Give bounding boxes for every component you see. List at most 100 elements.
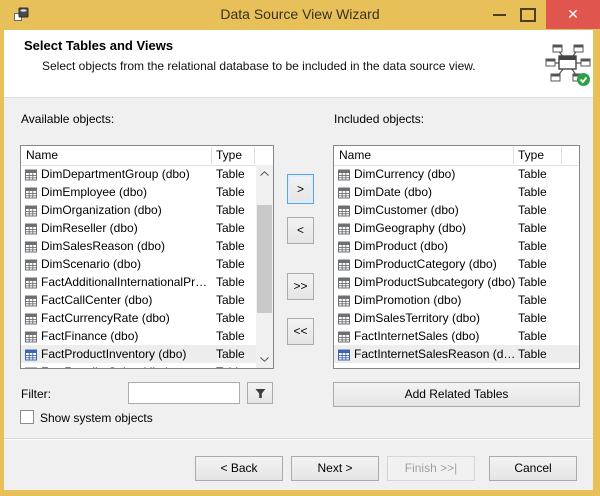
table-row[interactable]: DimPromotion (dbo)Table: [334, 291, 579, 309]
object-type: Table: [518, 327, 547, 345]
object-name: DimCustomer (dbo): [354, 201, 459, 219]
maximize-button[interactable]: [514, 0, 540, 29]
table-icon: [338, 276, 350, 288]
included-objects-list[interactable]: Name Type DimCurrency (dbo)TableDimDate …: [333, 145, 580, 369]
close-button[interactable]: ✕: [546, 0, 600, 29]
table-row[interactable]: FactFinance (dbo)Table: [21, 327, 256, 345]
table-row[interactable]: FactAdditionalInternationalProd... Table: [21, 273, 256, 291]
table-icon: [25, 204, 37, 216]
table-row[interactable]: FactProductInventory (dbo) Table: [21, 345, 256, 363]
object-name: DimProductSubcategory (dbo): [354, 273, 515, 291]
cancel-button[interactable]: Cancel: [489, 456, 577, 481]
object-name: FactProductInventory (dbo): [41, 345, 186, 363]
object-name: DimDepartmentGroup (dbo): [41, 165, 190, 183]
table-row[interactable]: DimReseller (dbo) Table: [21, 219, 256, 237]
available-objects-list[interactable]: Name Type DimDepartmentGroup (dbo)TableD…: [20, 145, 274, 369]
object-type: Table: [518, 291, 547, 309]
table-icon: [338, 330, 350, 342]
object-name: DimProductCategory (dbo): [354, 255, 497, 273]
filter-button[interactable]: [247, 382, 273, 404]
table-row[interactable]: DimProductSubcategory (dbo)Table: [334, 273, 579, 291]
table-row[interactable]: DimOrganization (dbo)Table: [21, 201, 256, 219]
chevron-down-icon: [260, 357, 269, 362]
object-type: Table: [518, 201, 547, 219]
list-header: Name Type: [334, 146, 579, 166]
table-row[interactable]: DimCustomer (dbo) Table: [334, 201, 579, 219]
column-header-name[interactable]: Name: [339, 146, 371, 165]
object-type: Table: [216, 309, 245, 327]
table-icon: [338, 186, 350, 198]
object-name: DimSalesTerritory (dbo): [354, 309, 480, 327]
back-button[interactable]: < Back: [195, 456, 283, 481]
table-icon: [338, 240, 350, 252]
close-icon: ✕: [567, 6, 579, 22]
object-type: Table: [216, 273, 245, 291]
table-row[interactable]: FactCallCenter (dbo) Table: [21, 291, 256, 309]
data-source-view-wizard-window: Data Source View Wizard ✕ Select Tables …: [0, 0, 600, 496]
vertical-scrollbar[interactable]: [256, 165, 273, 368]
object-type: Table: [216, 237, 245, 255]
object-type: Table: [216, 219, 245, 237]
table-row[interactable]: DimDate (dbo)Table: [334, 183, 579, 201]
scroll-up-button[interactable]: [256, 165, 273, 182]
column-header-type[interactable]: Type: [216, 146, 242, 165]
table-icon: [338, 204, 350, 216]
column-divider: [561, 147, 562, 164]
table-icon: [338, 312, 350, 324]
included-objects-label: Included objects:: [334, 112, 424, 126]
object-name: FactInternetSales (dbo): [354, 327, 479, 345]
object-type: Table: [518, 309, 547, 327]
move-left-button[interactable]: <: [287, 217, 314, 244]
table-row[interactable]: FactResellerSales (dbo)Table: [21, 363, 256, 368]
funnel-icon: [255, 388, 266, 399]
table-icon: [25, 222, 37, 234]
column-header-type[interactable]: Type: [518, 146, 544, 165]
column-divider: [254, 147, 255, 164]
column-header-name[interactable]: Name: [26, 146, 58, 165]
table-row[interactable]: DimCurrency (dbo)Table: [334, 165, 579, 183]
object-type: Table: [216, 291, 245, 309]
table-row[interactable]: DimProduct (dbo)Table: [334, 237, 579, 255]
table-row[interactable]: DimSalesTerritory (dbo) Table: [334, 309, 579, 327]
table-row[interactable]: DimSalesReason (dbo)Table: [21, 237, 256, 255]
object-name: FactCallCenter (dbo): [41, 291, 152, 309]
filter-input[interactable]: [128, 382, 240, 404]
table-icon: [25, 366, 37, 368]
filter-label: Filter:: [21, 387, 51, 401]
object-name: DimGeography (dbo): [354, 219, 466, 237]
object-type: Table: [216, 345, 245, 363]
object-name: DimProduct (dbo): [354, 237, 448, 255]
table-icon: [338, 294, 350, 306]
wizard-page-header: Select Tables and Views Select objects f…: [4, 30, 593, 98]
minimize-button[interactable]: [486, 0, 512, 29]
move-all-right-button[interactable]: >>: [287, 273, 314, 300]
table-icon: [338, 258, 350, 270]
table-row[interactable]: DimGeography (dbo) Table: [334, 219, 579, 237]
table-row[interactable]: DimDepartmentGroup (dbo)Table: [21, 165, 256, 183]
minimize-icon: [493, 14, 506, 16]
next-button[interactable]: Next >: [291, 456, 379, 481]
table-row[interactable]: FactInternetSales (dbo) Table: [334, 327, 579, 345]
scrollbar-thumb[interactable]: [257, 205, 272, 313]
object-type: Table: [518, 165, 547, 183]
finish-button: Finish >>|: [387, 456, 475, 481]
move-right-button[interactable]: >: [287, 174, 314, 204]
table-icon: [25, 312, 37, 324]
table-row[interactable]: DimScenario (dbo)Table: [21, 255, 256, 273]
object-name: DimReseller (dbo): [41, 219, 138, 237]
object-type: Table: [518, 219, 547, 237]
titlebar: Data Source View Wizard ✕: [0, 0, 600, 30]
object-name: FactAdditionalInternationalProd...: [41, 273, 209, 291]
table-row[interactable]: FactCurrencyRate (dbo)Table: [21, 309, 256, 327]
table-row[interactable]: FactInternetSalesReason (dbo)Table: [334, 345, 579, 363]
table-row[interactable]: DimEmployee (dbo)Table: [21, 183, 256, 201]
data-source-view-diagram-icon: [545, 43, 591, 87]
table-icon: [25, 168, 37, 180]
scroll-down-button[interactable]: [256, 351, 273, 368]
move-all-left-button[interactable]: <<: [287, 318, 314, 345]
show-system-objects-label: Show system objects: [40, 411, 153, 425]
table-icon: [25, 186, 37, 198]
table-row[interactable]: DimProductCategory (dbo)Table: [334, 255, 579, 273]
show-system-objects-checkbox[interactable]: [20, 410, 34, 424]
add-related-tables-button[interactable]: Add Related Tables: [333, 382, 580, 407]
